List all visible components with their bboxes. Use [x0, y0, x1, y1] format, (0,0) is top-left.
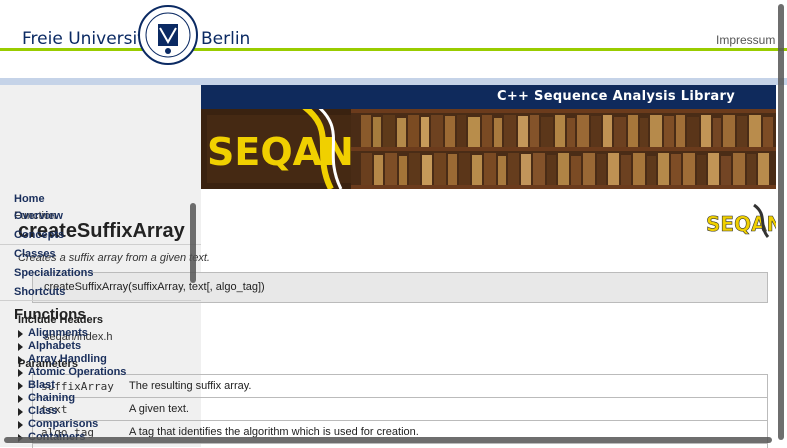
bookshelf-illustration: SEQAN: [201, 109, 776, 189]
nav-item-home[interactable]: Home: [14, 193, 45, 205]
banner-library-image: SEQAN: [201, 109, 776, 189]
nav-divider: [0, 244, 201, 245]
seqan-logo-icon[interactable]: SEQAN: [706, 203, 776, 239]
nav-group-atomic-operations[interactable]: Atomic Operations: [18, 366, 126, 378]
university-seal-icon[interactable]: [138, 4, 198, 66]
header-blue-band: [0, 78, 787, 85]
nav-group-alignments[interactable]: Alignments: [18, 327, 88, 339]
nav-group-blast[interactable]: Blast: [18, 379, 55, 391]
nav-scrollbar[interactable]: [190, 203, 196, 283]
param-description: A given text.: [129, 403, 189, 415]
table-row: text A given text.: [33, 398, 767, 421]
page-vertical-scrollbar[interactable]: [778, 4, 784, 440]
banner-title: C++ Sequence Analysis Library: [496, 89, 735, 104]
nav-group-chaining[interactable]: Chaining: [18, 392, 75, 404]
function-signature: createSuffixArray(suffixArray, text[, al…: [44, 281, 265, 293]
nav-divider: [0, 300, 201, 301]
nav-group-class[interactable]: Class: [18, 405, 57, 417]
nav-group-array-handling[interactable]: Array Handling: [18, 353, 107, 365]
nav-item-classes[interactable]: Classes: [14, 248, 56, 260]
nav-item-overview[interactable]: Overview: [14, 210, 63, 222]
nav-group-comparisons[interactable]: Comparisons: [18, 418, 98, 430]
university-name-right[interactable]: Berlin: [201, 29, 250, 49]
nav-group-alphabets[interactable]: Alphabets: [18, 340, 81, 352]
impressum-link[interactable]: Impressum: [716, 33, 775, 47]
nav-item-specializations[interactable]: Specializations: [14, 267, 93, 279]
nav-item-shortcuts[interactable]: Shortcuts: [14, 286, 65, 298]
table-row: suffixArray The resulting suffix array.: [33, 375, 767, 398]
param-description: The resulting suffix array.: [129, 380, 252, 392]
nav-item-concepts[interactable]: Concepts: [14, 229, 64, 241]
nav-functions-heading: Functions: [14, 306, 86, 323]
page-horizontal-scrollbar[interactable]: [4, 437, 772, 443]
